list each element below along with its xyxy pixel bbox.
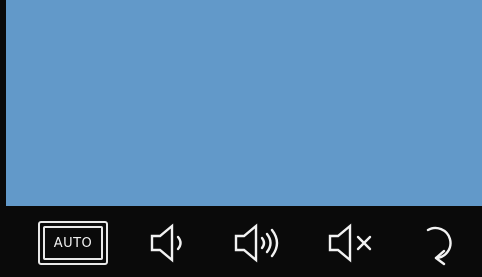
volume-high-icon[interactable] xyxy=(230,218,286,268)
auto-button-label: AUTO xyxy=(43,226,103,260)
control-toolbar: AUTO xyxy=(0,206,482,277)
mute-icon[interactable] xyxy=(324,218,380,268)
rotate-icon[interactable] xyxy=(414,218,462,268)
screen: AUTO xyxy=(0,0,482,277)
auto-button[interactable]: AUTO xyxy=(38,221,108,265)
volume-low-icon[interactable] xyxy=(146,218,190,268)
video-display-area xyxy=(6,0,482,206)
